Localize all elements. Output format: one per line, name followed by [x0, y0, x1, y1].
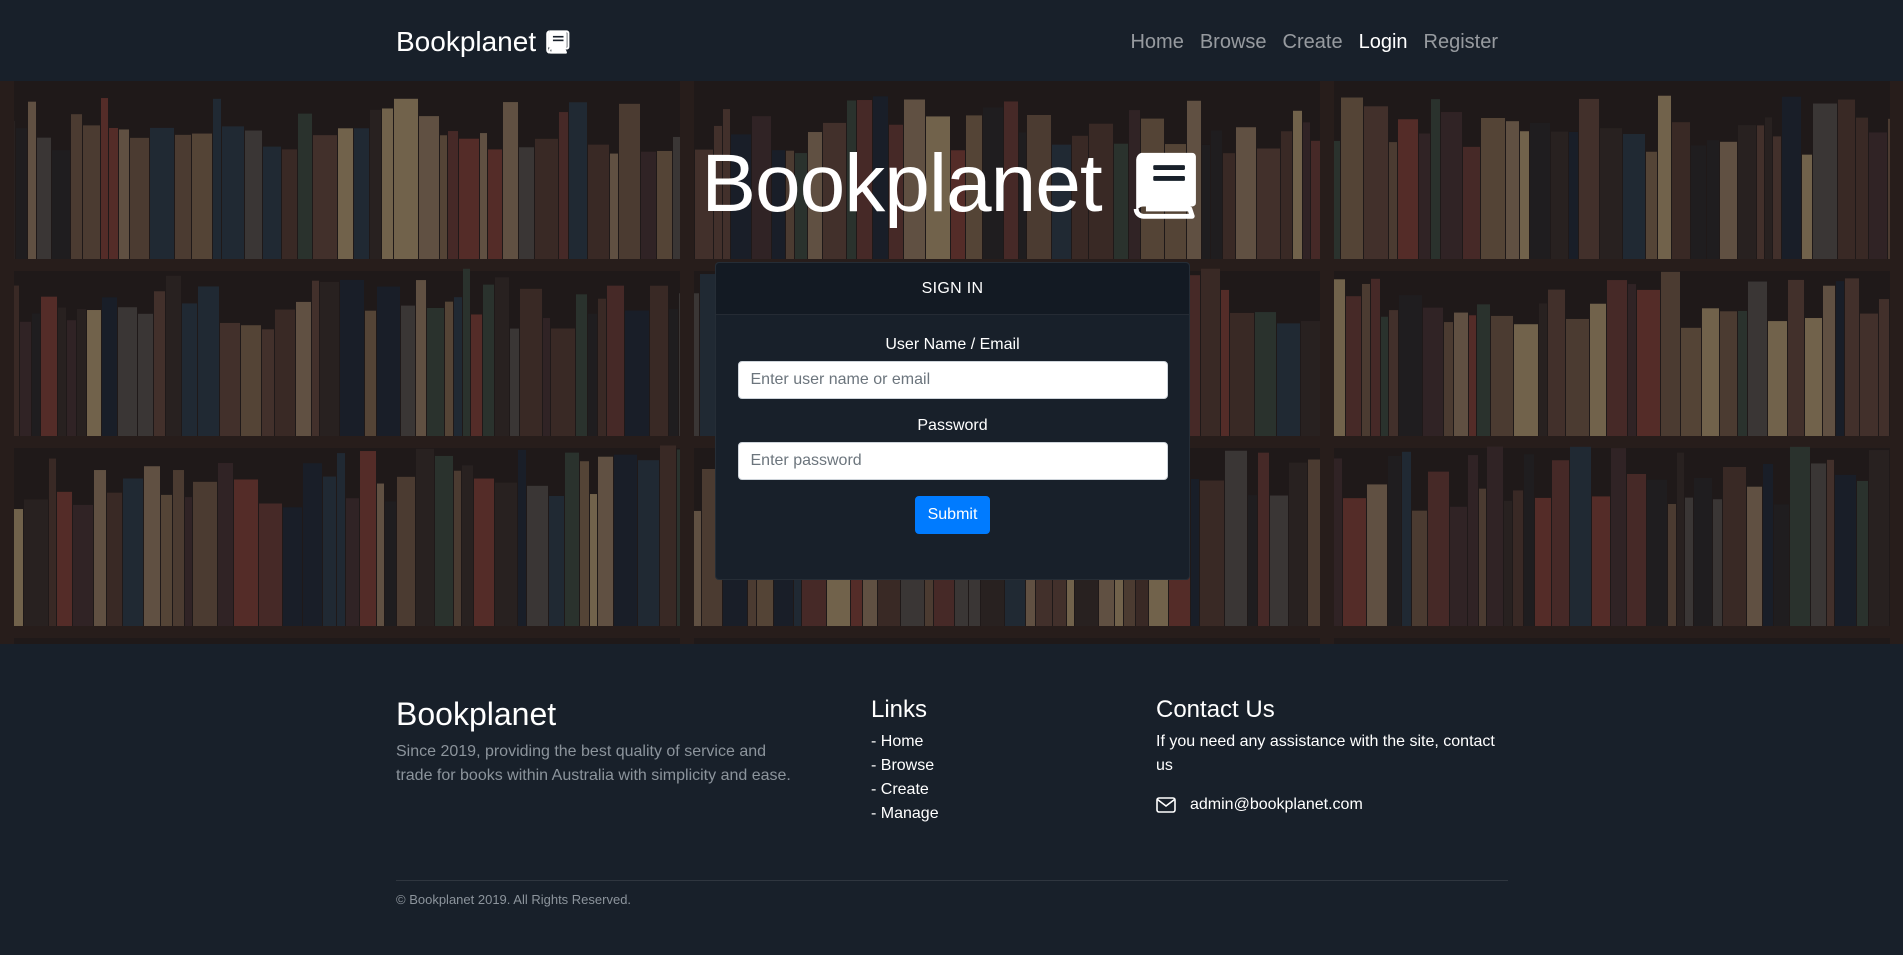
footer-link-home[interactable]: - Home: [871, 730, 939, 754]
login-card: SIGN IN User Name / Email Password Submi…: [715, 262, 1190, 580]
nav-link-login[interactable]: Login: [1359, 31, 1408, 54]
footer-copyright: © Bookplanet 2019. All Rights Reserved.: [396, 892, 632, 907]
footer-divider: [396, 880, 1508, 881]
password-input[interactable]: [737, 442, 1168, 480]
navbar: Bookplanet Home Browse Create Login Regi…: [0, 0, 1903, 81]
hero-title-text: Bookplanet: [701, 138, 1102, 229]
footer-link-manage[interactable]: - Manage: [871, 802, 939, 826]
nav-links: Home Browse Create Login Register: [1130, 22, 1498, 62]
footer-brand: Bookplanet: [396, 696, 557, 732]
hero-banner: Bookplanet SIGN IN User Name / Email Pas…: [0, 81, 1903, 644]
footer-contact-title: Contact Us: [1156, 696, 1275, 723]
book-icon: [546, 30, 570, 54]
password-label: Password: [917, 417, 988, 434]
footer-email[interactable]: admin@bookplanet.com: [1156, 796, 1363, 814]
footer-links-title: Links: [871, 696, 928, 723]
navbar-brand[interactable]: Bookplanet: [396, 22, 570, 62]
username-input[interactable]: [737, 361, 1168, 399]
nav-link-browse[interactable]: Browse: [1200, 31, 1267, 54]
brand-label: Bookplanet: [396, 26, 537, 57]
book-icon: [1133, 152, 1196, 219]
username-label: User Name / Email: [885, 336, 1020, 353]
footer-contact-text: If you need any assistance with the site…: [1156, 733, 1495, 774]
nav-link-home[interactable]: Home: [1130, 31, 1183, 54]
footer-description: Since 2019, providing the best quality o…: [396, 743, 791, 784]
login-card-header: SIGN IN: [716, 263, 1189, 315]
footer-email-address[interactable]: admin@bookplanet.com: [1190, 796, 1363, 814]
footer-links-list: - Home - Browse - Create - Manage: [871, 730, 939, 826]
submit-button[interactable]: Submit: [914, 496, 991, 534]
envelope-icon: [1156, 797, 1176, 813]
footer: Bookplanet Since 2019, providing the bes…: [0, 644, 1903, 955]
nav-link-create[interactable]: Create: [1283, 31, 1343, 54]
hero-title: Bookplanet: [0, 129, 1903, 239]
nav-link-register[interactable]: Register: [1424, 31, 1498, 54]
footer-link-create[interactable]: - Create: [871, 778, 939, 802]
footer-link-browse[interactable]: - Browse: [871, 754, 939, 778]
